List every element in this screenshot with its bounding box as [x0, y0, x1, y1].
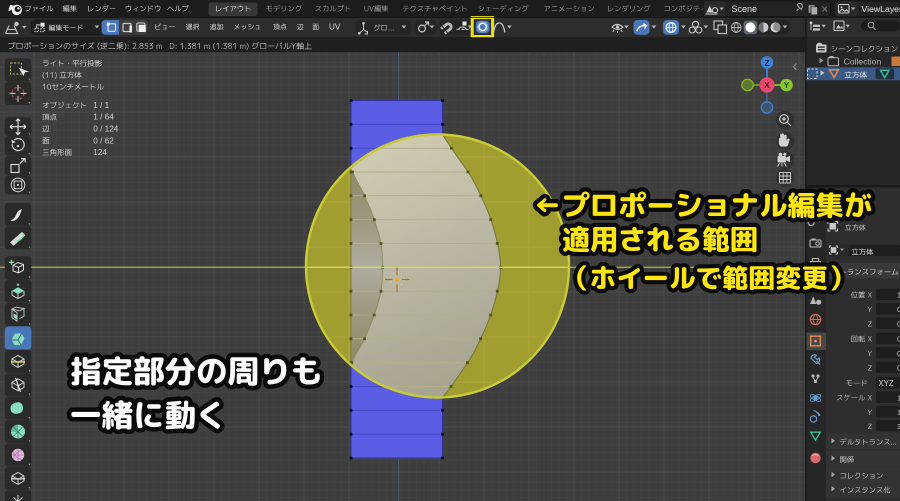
svg-text:Y: Y: [784, 80, 790, 90]
svg-text:124: 124: [93, 148, 107, 157]
svg-text:1 / 1: 1 / 1: [93, 101, 109, 110]
svg-text:0 / 124: 0 / 124: [93, 125, 118, 134]
svg-text:X: X: [764, 80, 770, 90]
svg-text:...: ...: [388, 23, 394, 32]
svg-text:1 / 64: 1 / 64: [93, 113, 114, 122]
svg-text:Collection: Collection: [844, 56, 882, 66]
svg-text:Z: Z: [764, 58, 769, 68]
svg-text:ViewLayer: ViewLayer: [862, 4, 900, 14]
svg-text:0 / 62: 0 / 62: [93, 136, 114, 145]
svg-text:XYZ: XYZ: [879, 379, 894, 388]
svg-text:UV: UV: [329, 22, 341, 31]
svg-text:Scene: Scene: [732, 4, 758, 14]
